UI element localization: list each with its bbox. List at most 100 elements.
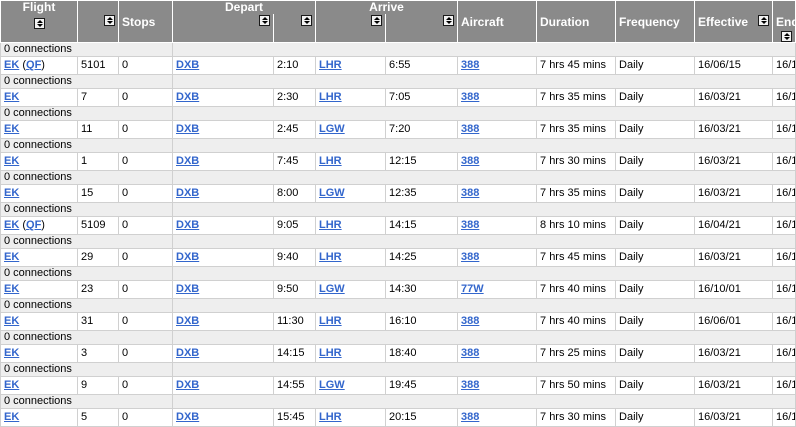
frequency-cell: Daily bbox=[615, 344, 696, 363]
airline-link[interactable]: EK bbox=[4, 187, 19, 199]
sort-number-icon[interactable] bbox=[104, 15, 115, 26]
depart-airport-link[interactable]: DXB bbox=[176, 251, 199, 263]
flight-schedule-table: Flight Depart Arrive Stops Aircraft Dura… bbox=[0, 0, 796, 427]
frequency-cell: Daily bbox=[615, 120, 696, 139]
duration-cell: 7 hrs 50 mins bbox=[536, 376, 617, 395]
table-row: EK 11 0 DXB 2:45 LGW 7:20 388 7 hrs 35 mins Daily… bbox=[0, 120, 796, 139]
arrive-airport-link[interactable]: LGW bbox=[319, 187, 345, 199]
aircraft-link[interactable]: 388 bbox=[461, 347, 479, 359]
depart-airport-link[interactable]: DXB bbox=[176, 315, 199, 327]
aircraft-link[interactable]: 388 bbox=[461, 219, 479, 231]
aircraft-link[interactable]: 77W bbox=[461, 283, 484, 295]
effective-cell: 16/06/15 bbox=[694, 56, 774, 75]
connections-row: 0 connections bbox=[0, 330, 796, 345]
airline-link[interactable]: EK bbox=[4, 411, 19, 423]
aircraft-link[interactable]: 388 bbox=[461, 155, 479, 167]
arrive-airport-link[interactable]: LHR bbox=[319, 155, 342, 167]
airline-link[interactable]: EK bbox=[4, 379, 19, 391]
sort-arrive-time-icon[interactable] bbox=[443, 15, 455, 26]
effective-cell: 16/03/21 bbox=[694, 184, 774, 203]
depart-airport-link[interactable]: DXB bbox=[176, 379, 199, 391]
arrive-airport-link[interactable]: LHR bbox=[319, 59, 342, 71]
aircraft-link[interactable]: 388 bbox=[461, 251, 479, 263]
connections-row: 0 connections bbox=[0, 362, 796, 377]
aircraft-link[interactable]: 388 bbox=[461, 315, 479, 327]
table-row: EK 29 0 DXB 9:40 LHR 14:25 388 7 hrs 45 mins Dail… bbox=[0, 248, 796, 267]
codeshare-link[interactable]: QF bbox=[26, 219, 41, 231]
airline-link[interactable]: EK bbox=[4, 315, 19, 327]
frequency-cell: Daily bbox=[615, 152, 696, 171]
flight-cell: EK bbox=[0, 184, 78, 203]
sort-flight-icon[interactable] bbox=[33, 17, 45, 29]
depart-airport-link[interactable]: DXB bbox=[176, 59, 199, 71]
airline-link[interactable]: EK bbox=[4, 123, 19, 135]
flight-number: 5101 bbox=[77, 56, 119, 75]
arrive-airport-link[interactable]: LHR bbox=[319, 347, 342, 359]
depart-header: Depart bbox=[171, 0, 317, 14]
table-row: EK 31 0 DXB 11:30 LHR 16:10 388 7 hrs 40 mins Dai… bbox=[0, 312, 796, 331]
connections-row: 0 connections bbox=[0, 298, 796, 313]
arrive-airport-link[interactable]: LGW bbox=[319, 379, 345, 391]
sort-ending-icon[interactable] bbox=[781, 31, 793, 42]
airline-link[interactable]: EK bbox=[4, 251, 19, 263]
table-row: EK 7 0 DXB 2:30 LHR 7:05 388 7 hrs 35 mins Daily 1… bbox=[0, 88, 796, 107]
aircraft-link[interactable]: 388 bbox=[461, 123, 479, 135]
sort-effective-icon[interactable] bbox=[758, 15, 770, 26]
flight-number: 3 bbox=[77, 344, 119, 363]
sort-arrive-airport-icon[interactable] bbox=[371, 15, 383, 26]
aircraft-link[interactable]: 388 bbox=[461, 187, 479, 199]
connections-label: 0 connections bbox=[0, 330, 173, 345]
airline-link[interactable]: EK bbox=[4, 59, 19, 71]
arrive-time: 14:15 bbox=[385, 216, 459, 235]
duration-cell: 7 hrs 35 mins bbox=[536, 184, 617, 203]
connections-label: 0 connections bbox=[0, 42, 173, 57]
depart-airport-link[interactable]: DXB bbox=[176, 347, 199, 359]
connections-label: 0 connections bbox=[0, 138, 173, 153]
depart-airport-link[interactable]: DXB bbox=[176, 123, 199, 135]
arrive-time: 7:05 bbox=[385, 88, 459, 107]
flight-number: 15 bbox=[77, 184, 119, 203]
duration-cell: 7 hrs 35 mins bbox=[536, 120, 617, 139]
flight-header: Flight bbox=[0, 0, 78, 14]
arrive-airport-link[interactable]: LGW bbox=[319, 123, 345, 135]
aircraft-link[interactable]: 388 bbox=[461, 411, 479, 423]
airline-link[interactable]: EK bbox=[4, 219, 19, 231]
aircraft-link[interactable]: 388 bbox=[461, 379, 479, 391]
depart-airport-link[interactable]: DXB bbox=[176, 411, 199, 423]
depart-time: 2:30 bbox=[272, 88, 317, 107]
table-row: EK 9 0 DXB 14:55 LGW 19:45 388 7 hrs 50 mins Dail… bbox=[0, 376, 796, 395]
aircraft-link[interactable]: 388 bbox=[461, 91, 479, 103]
depart-airport-link[interactable]: DXB bbox=[176, 283, 199, 295]
ending-cell: 16/10/29 bbox=[772, 408, 796, 427]
arrive-time: 12:15 bbox=[385, 152, 459, 171]
depart-airport-link[interactable]: DXB bbox=[176, 219, 199, 231]
duration-cell: 7 hrs 45 mins bbox=[536, 248, 617, 267]
arrive-airport-link[interactable]: LHR bbox=[319, 315, 342, 327]
aircraft-link[interactable]: 388 bbox=[461, 59, 479, 71]
codeshare-link[interactable]: QF bbox=[26, 59, 41, 71]
ending-cell: 16/10/29 bbox=[772, 216, 796, 235]
depart-airport-link[interactable]: DXB bbox=[176, 91, 199, 103]
sort-depart-time-icon[interactable] bbox=[301, 15, 313, 26]
connections-label: 0 connections bbox=[0, 234, 173, 249]
arrive-airport-link[interactable]: LHR bbox=[319, 411, 342, 423]
depart-airport-link[interactable]: DXB bbox=[176, 187, 199, 199]
airline-link[interactable]: EK bbox=[4, 283, 19, 295]
airline-link[interactable]: EK bbox=[4, 347, 19, 359]
sort-depart-airport-icon[interactable] bbox=[259, 15, 270, 26]
arrive-airport-link[interactable]: LHR bbox=[319, 251, 342, 263]
arrive-time: 12:35 bbox=[385, 184, 459, 203]
effective-header: Effective bbox=[694, 14, 774, 43]
connections-row: 0 connections bbox=[0, 74, 796, 89]
airline-link[interactable]: EK bbox=[4, 155, 19, 167]
airline-link[interactable]: EK bbox=[4, 91, 19, 103]
frequency-cell: Daily bbox=[615, 88, 696, 107]
arrive-airport-link[interactable]: LGW bbox=[319, 283, 345, 295]
arrive-time: 16:10 bbox=[385, 312, 459, 331]
depart-airport-link[interactable]: DXB bbox=[176, 155, 199, 167]
connections-row: 0 connections bbox=[0, 42, 796, 57]
arrive-airport-link[interactable]: LHR bbox=[319, 91, 342, 103]
arrive-airport-link[interactable]: LHR bbox=[319, 219, 342, 231]
duration-cell: 7 hrs 30 mins bbox=[536, 152, 617, 171]
depart-time: 11:30 bbox=[272, 312, 317, 331]
